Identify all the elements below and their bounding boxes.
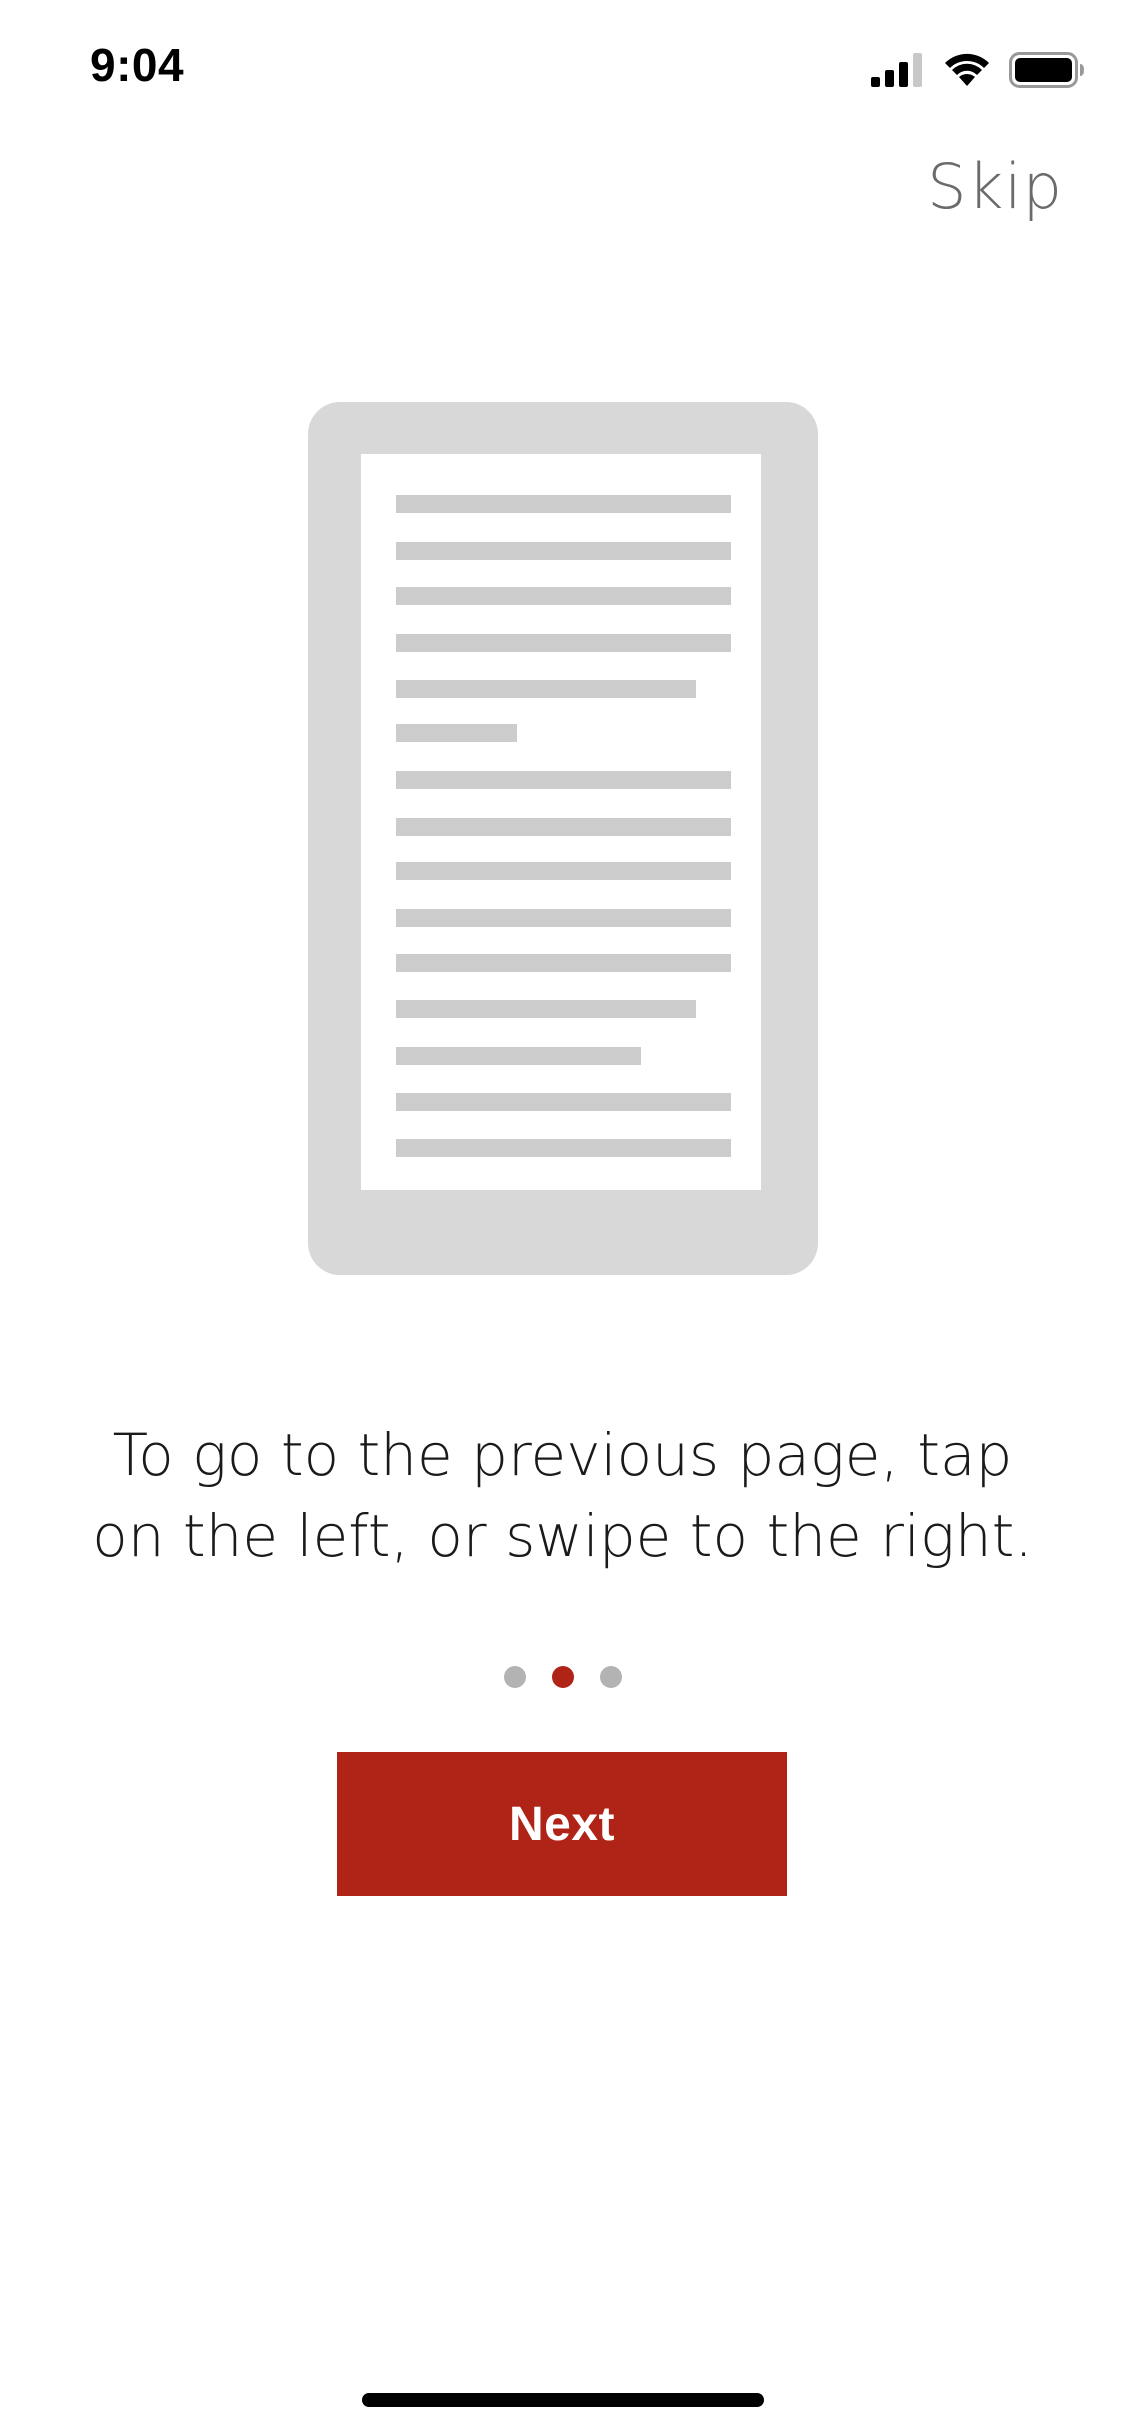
next-button[interactable]: Next <box>337 1752 787 1896</box>
illustration-text-line <box>396 724 517 742</box>
instruction-line-1: To go to the previous page, tap <box>112 1421 1013 1489</box>
skip-button[interactable]: Skip <box>927 150 1063 223</box>
illustration-text-line <box>396 954 731 972</box>
illustration-text-line <box>396 495 731 513</box>
home-indicator[interactable] <box>362 2393 764 2407</box>
status-icons <box>871 48 1085 92</box>
illustration-text-line <box>396 771 731 789</box>
ereader-page-icon <box>308 402 818 1275</box>
status-time: 9:04 <box>90 39 185 91</box>
illustration-text-line <box>396 1093 731 1111</box>
page-dot <box>599 1666 622 1688</box>
cellular-signal-icon <box>871 53 925 87</box>
illustration-text-line <box>396 862 731 880</box>
page-dot-active <box>551 1666 574 1688</box>
instruction-line-2: on the left, or swipe to the right. <box>92 1502 1033 1570</box>
illustration-text-line <box>396 818 731 836</box>
status-bar: 9:04 <box>0 0 1125 132</box>
illustration-text-line <box>396 1000 696 1018</box>
illustration-text-line <box>396 634 731 652</box>
illustration-text-line <box>396 587 731 605</box>
page-dot <box>503 1666 526 1688</box>
battery-icon <box>1009 52 1085 88</box>
page-indicator <box>0 1666 1125 1688</box>
illustration-page <box>361 454 761 1190</box>
illustration-text-line <box>396 909 731 927</box>
illustration-text-line <box>396 680 696 698</box>
wifi-icon <box>943 52 991 88</box>
illustration-text-line <box>396 1139 731 1157</box>
onboarding-instruction: To go to the previous page, tap on the l… <box>60 1415 1065 1577</box>
illustration-text-line <box>396 542 731 560</box>
illustration-text-line <box>396 1047 641 1065</box>
